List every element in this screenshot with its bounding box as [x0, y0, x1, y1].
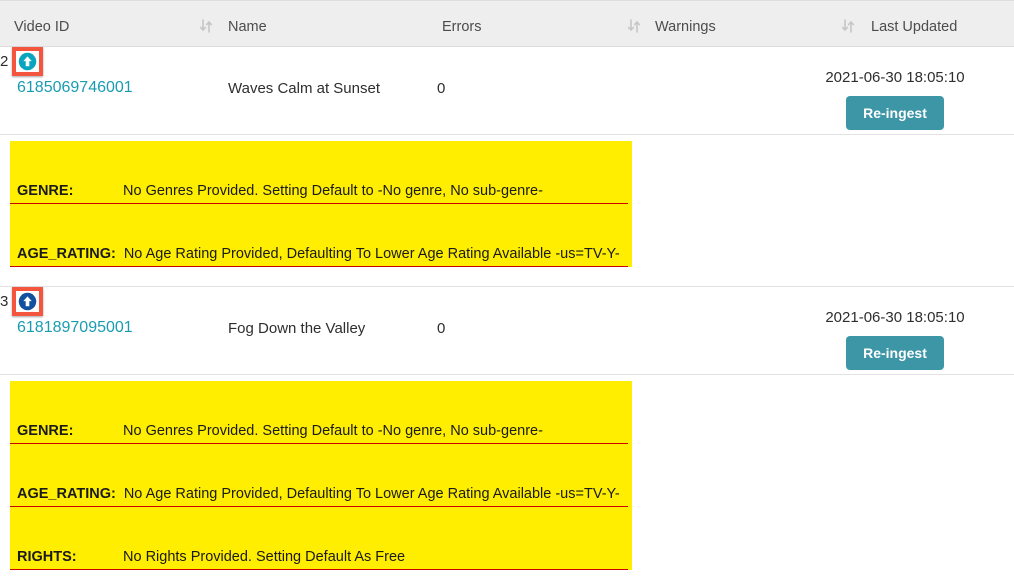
table-row: 6181897095001 Fog Down the Valley 0 3 20… — [0, 287, 1014, 375]
video-id-link[interactable]: 6185069746001 — [17, 79, 133, 97]
warning-entry: GENRE: No Genres Provided. Setting Defau… — [10, 141, 628, 204]
warning-count: 3 — [0, 293, 9, 310]
re-ingest-button[interactable]: Re-ingest — [846, 96, 944, 130]
sort-icon-last-updated[interactable] — [841, 19, 855, 33]
sort-icon-name[interactable] — [199, 19, 213, 33]
warning-label: AGE_RATING: — [17, 486, 116, 502]
column-header-name[interactable]: Name — [228, 19, 267, 35]
column-header-video-id[interactable]: Video ID — [14, 19, 69, 35]
column-header-warnings[interactable]: Warnings — [655, 19, 716, 35]
error-count: 0 — [437, 320, 446, 337]
warning-entry: RIGHTS: No Rights Provided. Setting Defa… — [10, 507, 628, 570]
table-row: 6185069746001 Waves Calm at Sunset 0 2 2… — [0, 47, 1014, 135]
column-header-last-updated[interactable]: Last Updated — [871, 19, 957, 35]
warning-message: No Genres Provided. Setting Default to -… — [123, 423, 543, 439]
warning-entry: AGE_RATING: No Age Rating Provided, Defa… — [10, 204, 628, 267]
ingest-status-table: Video ID Name Errors Warnings Last Updat… — [0, 0, 1014, 584]
warning-detail-row: GENRE: No Genres Provided. Setting Defau… — [0, 375, 1014, 584]
warning-message: No Rights Provided. Setting Default As F… — [123, 549, 406, 565]
warning-panel: GENRE: No Genres Provided. Setting Defau… — [10, 381, 632, 570]
sort-icon-warnings[interactable] — [627, 19, 641, 33]
upload-circle-icon[interactable] — [12, 287, 44, 316]
last-updated-cell: 2021-06-30 18:05:10 Re-ingest — [790, 69, 1000, 130]
last-updated-timestamp: 2021-06-30 18:05:10 — [825, 309, 965, 326]
warning-detail-row: GENRE: No Genres Provided. Setting Defau… — [0, 135, 1014, 287]
warning-message: No Genres Provided. Setting Default to -… — [123, 183, 543, 199]
warning-label: RIGHTS: — [17, 549, 77, 565]
upload-circle-icon[interactable] — [12, 47, 44, 76]
error-count: 0 — [437, 80, 446, 97]
video-name: Waves Calm at Sunset — [228, 80, 380, 97]
warning-message: No Age Rating Provided, Defaulting To Lo… — [123, 486, 620, 502]
video-id-link[interactable]: 6181897095001 — [17, 319, 133, 337]
table-header-row: Video ID Name Errors Warnings Last Updat… — [0, 0, 1014, 47]
warning-label: GENRE: — [17, 183, 74, 199]
warning-entry: GENRE: No Genres Provided. Setting Defau… — [10, 381, 628, 444]
last-updated-cell: 2021-06-30 18:05:10 Re-ingest — [790, 309, 1000, 370]
warning-label: GENRE: — [17, 423, 74, 439]
warning-panel: GENRE: No Genres Provided. Setting Defau… — [10, 141, 632, 267]
warning-label: AGE_RATING: — [17, 246, 116, 262]
warning-entry: AGE_RATING: No Age Rating Provided, Defa… — [10, 444, 628, 507]
video-name: Fog Down the Valley — [228, 320, 366, 337]
warning-message: No Age Rating Provided, Defaulting To Lo… — [123, 246, 620, 262]
last-updated-timestamp: 2021-06-30 18:05:10 — [825, 69, 965, 86]
warning-count: 2 — [0, 53, 9, 70]
re-ingest-button[interactable]: Re-ingest — [846, 336, 944, 370]
column-header-errors[interactable]: Errors — [442, 19, 481, 35]
